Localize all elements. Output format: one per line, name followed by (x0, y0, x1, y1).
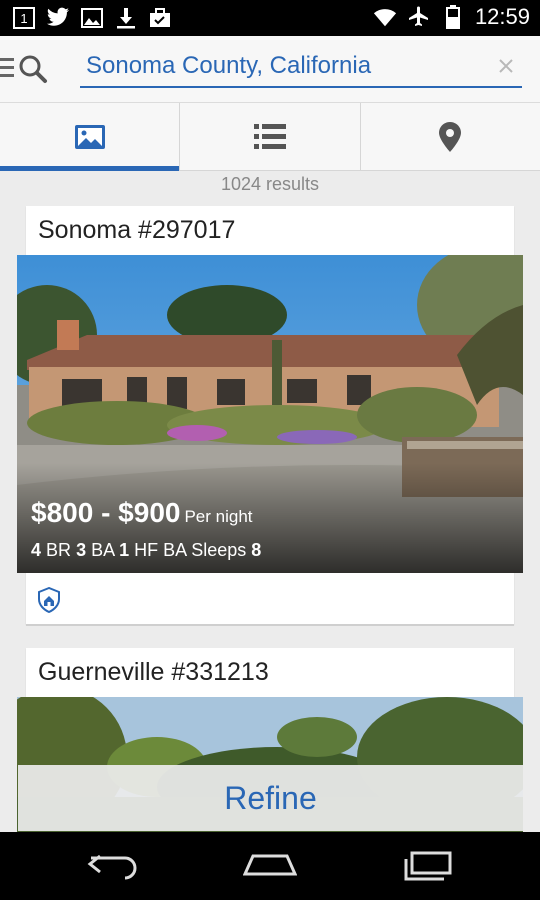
twitter-icon (46, 6, 70, 30)
svg-text:1: 1 (20, 11, 27, 26)
listing-photo[interactable]: $800 - $900 Per night 4 BR 3 BA 1 HF BA S… (17, 255, 523, 573)
clear-search-button[interactable] (494, 54, 518, 78)
price-unit: Per night (184, 507, 253, 526)
clock: 12:59 (474, 4, 530, 29)
back-icon (87, 854, 137, 880)
listing-card[interactable]: Sonoma #297017 $800 - $900 Per night 4 B… (17, 206, 523, 626)
tab-photos[interactable] (0, 103, 181, 171)
briefcase-icon (148, 6, 172, 30)
listing-details: 4 BR 3 BA 1 HF BA Sleeps 8 (31, 540, 261, 561)
close-icon (499, 59, 513, 73)
half-bath-label: HF BA (134, 540, 187, 560)
listing-price: $800 - $900 Per night (31, 497, 253, 529)
half-bath-count: 1 (119, 540, 130, 560)
bathroom-label: BA (91, 540, 115, 560)
download-icon (114, 6, 138, 30)
search-input[interactable] (86, 50, 486, 82)
photo-icon (74, 124, 105, 149)
refine-label: Refine (224, 779, 317, 816)
view-tabs (0, 103, 540, 171)
image-icon (80, 6, 104, 30)
bedroom-count: 4 (31, 540, 42, 560)
bedroom-label: BR (46, 540, 72, 560)
search-bar (0, 36, 540, 103)
home-button[interactable] (242, 850, 298, 882)
menu-search-icon (0, 55, 47, 83)
tab-map[interactable] (361, 103, 540, 170)
tab-list[interactable] (180, 103, 361, 170)
sleeps-label: Sleeps (191, 540, 247, 560)
notification-count-icon: 1 (12, 6, 36, 30)
price-range: $800 - $900 (31, 497, 181, 528)
verified-shield-icon (37, 586, 61, 614)
refine-button[interactable]: Refine (18, 765, 523, 831)
battery-icon (441, 5, 465, 29)
sleeps-count: 8 (251, 540, 262, 560)
listing-title: Sonoma #297017 (38, 216, 236, 244)
recent-apps-icon (404, 851, 452, 881)
recent-apps-button[interactable] (402, 850, 456, 882)
card-divider (26, 624, 514, 626)
results-count: 1024 results (220, 174, 320, 194)
navigation-bar (0, 832, 540, 900)
status-bar: 1 12:59 (0, 0, 540, 36)
airplane-mode-icon (407, 5, 431, 29)
search-field[interactable] (80, 48, 522, 88)
home-icon (242, 854, 298, 876)
back-button[interactable] (86, 850, 140, 882)
map-pin-icon (439, 121, 462, 152)
list-icon (253, 123, 286, 149)
menu-search-button[interactable] (0, 50, 52, 86)
wifi-icon (373, 5, 397, 29)
listing-title: Guerneville #331213 (38, 658, 269, 686)
bathroom-count: 3 (76, 540, 87, 560)
